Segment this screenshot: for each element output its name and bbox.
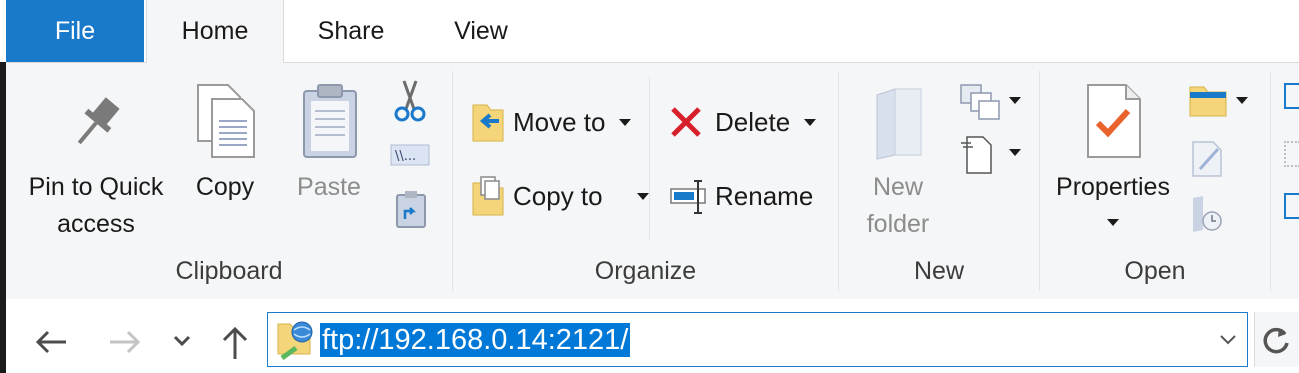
group-separator	[1270, 71, 1271, 291]
copy-label: Copy	[195, 173, 255, 201]
delete-dropdown-arrow	[804, 119, 816, 126]
clipboard-group-label: Clipboard	[175, 257, 283, 285]
rename-button[interactable]: Rename	[669, 173, 819, 219]
move-to-label: Move to	[513, 107, 606, 137]
tab-share[interactable]: Share	[284, 0, 418, 62]
delete-button[interactable]: Delete	[669, 99, 819, 145]
rename-label: Rename	[715, 181, 814, 211]
select-group-partial	[1278, 77, 1299, 237]
scissors-icon	[394, 80, 426, 122]
paste-icon	[303, 84, 357, 158]
new-group: New folder New	[839, 63, 1039, 299]
new-folder-label-line2: folder	[866, 210, 930, 238]
refresh-button[interactable]	[1254, 312, 1299, 367]
navigation-bar: ftp://192.168.0.14:2121/	[6, 299, 1299, 373]
move-to-icon	[472, 104, 504, 142]
new-item-button[interactable]	[959, 81, 1025, 125]
up-arrow-icon	[222, 326, 248, 359]
ftp-location-icon	[277, 321, 313, 360]
easy-access-button[interactable]	[959, 133, 1025, 177]
recent-locations-button[interactable]	[170, 329, 194, 353]
paste-shortcut-icon	[396, 191, 426, 228]
cut-button[interactable]	[390, 79, 430, 123]
new-folder-label-line1: New	[872, 173, 923, 201]
new-group-label: New	[913, 257, 964, 285]
paste-shortcut-button[interactable]	[394, 189, 428, 229]
pin-icon	[77, 97, 120, 145]
organize-group: Move to Copy to Delete Rename Organize	[453, 63, 838, 299]
properties-icon	[1087, 84, 1141, 158]
organize-inner-separator	[649, 77, 650, 239]
tab-file[interactable]: File	[6, 0, 144, 62]
copy-icon	[197, 84, 255, 158]
new-item-dropdown-arrow	[1009, 97, 1021, 104]
new-item-icon	[960, 84, 1000, 120]
tab-view[interactable]: View	[420, 0, 542, 62]
edit-button[interactable]	[1190, 139, 1230, 179]
open-group: Properties Open	[1040, 63, 1270, 299]
properties-label: Properties	[1056, 173, 1170, 201]
address-text[interactable]: ftp://192.168.0.14:2121/	[320, 323, 631, 357]
open-dropdown-arrow	[1236, 97, 1248, 104]
properties-button[interactable]: Properties	[1048, 83, 1178, 243]
copy-path-icon: \\...	[390, 144, 430, 166]
history-icon	[1193, 196, 1222, 232]
ribbon-home: Pin to Quick access Copy Paste \\... Cli…	[6, 62, 1299, 300]
easy-access-icon	[961, 136, 992, 174]
properties-dropdown-arrow	[1107, 219, 1119, 226]
open-icon	[1189, 86, 1227, 117]
history-button[interactable]	[1190, 195, 1230, 235]
new-folder-icon	[876, 88, 922, 160]
address-bar[interactable]: ftp://192.168.0.14:2121/	[267, 312, 1248, 367]
up-button[interactable]	[218, 323, 252, 363]
refresh-icon	[1263, 327, 1289, 354]
pin-label-line2: access	[57, 210, 135, 238]
address-dropdown-icon[interactable]	[1218, 331, 1238, 349]
back-button[interactable]	[32, 325, 72, 359]
forward-button[interactable]	[104, 325, 144, 359]
copy-to-button[interactable]: Copy to	[471, 173, 649, 219]
move-to-button[interactable]: Move to	[471, 99, 641, 145]
paste-button[interactable]: Paste	[286, 83, 372, 213]
new-folder-button[interactable]: New folder	[851, 83, 945, 243]
copy-to-dropdown-arrow	[637, 193, 649, 200]
ribbon-tab-bar: File Home Share View	[0, 0, 1299, 63]
easy-access-dropdown-arrow	[1009, 149, 1021, 156]
copy-to-label: Copy to	[513, 181, 603, 211]
svg-text:\\...: \\...	[395, 149, 416, 164]
pin-label-line1: Pin to Quick	[28, 173, 164, 201]
tab-home[interactable]: Home	[146, 0, 284, 63]
copy-button[interactable]: Copy	[184, 83, 266, 213]
organize-group-label: Organize	[594, 257, 697, 285]
chevron-down-icon	[173, 335, 191, 347]
delete-icon	[671, 107, 701, 137]
pin-to-quick-access-button[interactable]: Pin to Quick access	[16, 83, 176, 243]
back-arrow-icon	[35, 330, 66, 354]
delete-label: Delete	[715, 107, 791, 137]
open-group-label: Open	[1124, 257, 1186, 285]
move-to-dropdown-arrow	[619, 119, 631, 126]
open-button[interactable]	[1188, 81, 1252, 125]
paste-label: Paste	[297, 173, 361, 201]
copy-to-icon	[472, 176, 504, 216]
forward-arrow-icon	[110, 330, 141, 354]
copy-path-button[interactable]: \\...	[390, 143, 430, 167]
clipboard-group: Pin to Quick access Copy Paste \\... Cli…	[6, 63, 452, 299]
rename-icon	[670, 180, 706, 214]
edit-icon	[1192, 141, 1222, 177]
